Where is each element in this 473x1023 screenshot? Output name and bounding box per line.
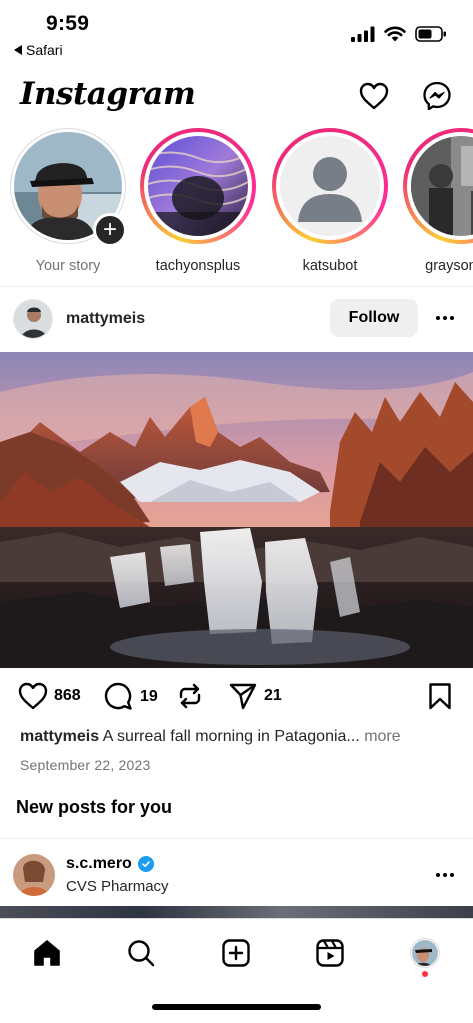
tab-home[interactable] xyxy=(27,933,67,973)
story-label: tachyonsplus xyxy=(155,258,241,274)
caption-text: A surreal fall morning in Patagonia... xyxy=(102,728,360,745)
suggested-subtitle: CVS Pharmacy xyxy=(66,878,169,895)
post-author-username[interactable]: mattymeis xyxy=(66,310,145,328)
heart-icon xyxy=(359,82,389,110)
story-ring xyxy=(140,128,256,244)
back-to-safari-link[interactable]: Safari xyxy=(14,42,63,58)
more-horizontal-icon xyxy=(436,316,454,320)
save-button[interactable] xyxy=(428,682,452,710)
suggested-options-button[interactable] xyxy=(432,865,458,885)
repost-button[interactable] xyxy=(176,682,204,710)
next-post-image-preview[interactable] xyxy=(0,906,473,918)
post-author-avatar[interactable] xyxy=(13,299,53,339)
messenger-icon xyxy=(423,81,451,111)
search-icon xyxy=(128,940,155,967)
messenger-button[interactable] xyxy=(421,80,453,112)
profile-avatar xyxy=(410,938,440,968)
post-date: September 22, 2023 xyxy=(20,757,151,773)
wifi-icon xyxy=(384,26,406,42)
reels-icon xyxy=(316,939,344,967)
caption-username[interactable]: mattymeis xyxy=(20,728,99,745)
status-bar: 9:59 Safari xyxy=(0,0,473,62)
home-indicator xyxy=(152,1004,321,1010)
share-count: 21 xyxy=(264,687,282,704)
more-horizontal-icon xyxy=(436,873,454,877)
story-label: Your story xyxy=(35,258,101,274)
story-tachyonsplus[interactable]: tachyonsplus xyxy=(140,128,256,274)
story-ring xyxy=(272,128,388,244)
app-header: Instagram xyxy=(0,70,473,126)
home-icon xyxy=(34,940,60,966)
story-ring xyxy=(403,128,473,244)
add-story-button[interactable]: + xyxy=(93,213,127,247)
story-your-story[interactable]: + Your story xyxy=(10,128,127,274)
create-icon xyxy=(222,939,250,967)
default-avatar-icon xyxy=(280,136,380,236)
repost-icon xyxy=(179,683,201,709)
stories-divider xyxy=(0,286,473,287)
post-image[interactable] xyxy=(0,352,473,668)
back-triangle-icon xyxy=(14,45,22,55)
story-graysonma[interactable]: graysonma xyxy=(403,128,473,274)
story-label: katsubot xyxy=(302,258,358,274)
post-caption[interactable]: mattymeis A surreal fall morning in Pata… xyxy=(20,728,460,746)
like-button[interactable]: 868 xyxy=(18,682,81,710)
suggested-username-row[interactable]: s.c.mero xyxy=(66,855,154,873)
tab-create[interactable] xyxy=(216,933,256,973)
story-avatar xyxy=(411,136,473,236)
stories-tray[interactable]: + Your story tachyonsplus katsubot grays… xyxy=(0,128,473,278)
story-ring: + xyxy=(10,128,127,247)
caption-more-link[interactable]: more xyxy=(364,728,400,745)
heart-icon xyxy=(18,682,48,710)
comment-count: 19 xyxy=(140,688,158,705)
like-count: 868 xyxy=(54,687,81,704)
instagram-logo[interactable]: Instagram xyxy=(20,76,196,112)
post-header: mattymeis Follow xyxy=(0,292,473,348)
story-avatar xyxy=(148,136,248,236)
suggested-username[interactable]: s.c.mero xyxy=(66,855,132,873)
suggested-avatar[interactable] xyxy=(13,854,55,896)
post-options-button[interactable] xyxy=(432,308,458,328)
profile-notification-dot xyxy=(422,971,428,977)
status-icons xyxy=(351,26,447,42)
follow-button[interactable]: Follow xyxy=(330,299,418,337)
notifications-button[interactable] xyxy=(358,80,390,112)
bookmark-icon xyxy=(429,683,451,710)
comment-icon xyxy=(104,682,132,710)
tab-profile[interactable] xyxy=(405,933,445,973)
status-time: 9:59 xyxy=(46,12,90,35)
plus-icon: + xyxy=(102,216,117,243)
send-icon xyxy=(229,683,257,710)
section-title: New posts for you xyxy=(16,797,173,817)
tab-search[interactable] xyxy=(121,933,161,973)
share-button[interactable]: 21 xyxy=(228,682,282,710)
verified-badge-icon xyxy=(137,856,154,872)
battery-icon xyxy=(415,26,446,42)
tab-reels[interactable] xyxy=(310,933,350,973)
story-katsubot[interactable]: katsubot xyxy=(272,128,388,274)
cellular-signal-icon xyxy=(351,26,375,42)
post-actions: 868 19 21 xyxy=(0,672,473,724)
section-divider xyxy=(0,838,473,839)
comment-button[interactable]: 19 xyxy=(104,682,158,712)
suggested-post-header: s.c.mero CVS Pharmacy xyxy=(0,850,473,904)
back-app-label: Safari xyxy=(26,42,63,58)
patagonia-waterfall-photo xyxy=(0,352,473,668)
story-label: graysonma xyxy=(425,258,473,274)
